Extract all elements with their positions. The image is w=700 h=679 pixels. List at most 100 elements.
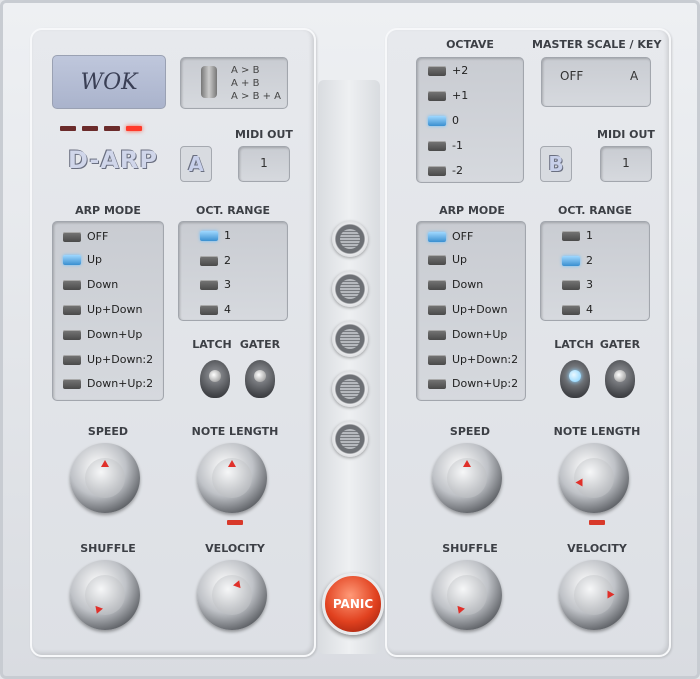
oct-range-option[interactable]: 1	[562, 229, 593, 242]
arp-mode-option[interactable]: Down+Up	[63, 328, 142, 341]
speed-a-knob[interactable]	[70, 443, 140, 513]
velocity-label: VELOCITY	[567, 542, 627, 555]
speed-b-knob[interactable]	[432, 443, 502, 513]
option-button-icon	[428, 354, 446, 365]
oct-range-option[interactable]: 3	[200, 278, 231, 291]
oct-range-label: OCT. RANGE	[196, 204, 270, 217]
arp-mode-option[interactable]: Up	[63, 253, 102, 266]
midi-out-a-field[interactable]: 1	[238, 146, 290, 182]
master-scale-key-field[interactable]: OFF A	[541, 57, 651, 107]
option-button-icon	[63, 378, 81, 389]
shuffle-label: SHUFFLE	[80, 542, 136, 555]
master-scale-key-label: MASTER SCALE / KEY	[532, 38, 662, 51]
speaker-grille-icon	[332, 371, 368, 407]
option-button-icon	[63, 329, 81, 340]
arp-mode-option[interactable]: Up	[428, 253, 467, 266]
velocity-b-knob[interactable]	[559, 560, 629, 630]
velocity-label: VELOCITY	[205, 542, 265, 555]
option-button-icon	[428, 254, 446, 265]
oct-range-option[interactable]: 2	[200, 254, 231, 267]
speed-label: SPEED	[87, 425, 129, 438]
arp-mode-option[interactable]: Up+Down:2	[428, 353, 518, 366]
gater-label: GATER	[599, 338, 641, 351]
option-button-icon	[200, 279, 218, 290]
note-length-led	[227, 520, 243, 525]
gater-b-toggle[interactable]	[605, 360, 635, 398]
speaker-grille-icon	[332, 221, 368, 257]
gater-label: GATER	[239, 338, 281, 351]
led-active	[126, 126, 142, 131]
note-length-label: NOTE LENGTH	[553, 425, 641, 438]
oct-range-a-list	[178, 221, 288, 321]
routing-switch[interactable]: A > B A + B A > B + A	[180, 57, 288, 109]
latch-label: LATCH	[554, 338, 594, 351]
led	[104, 126, 120, 131]
option-button-icon	[428, 90, 446, 101]
routing-toggle-icon	[201, 66, 217, 98]
option-button-icon	[63, 231, 81, 242]
led	[82, 126, 98, 131]
option-button-icon	[562, 279, 580, 290]
arp-mode-option[interactable]: Down	[63, 278, 118, 291]
octave-label: OCTAVE	[446, 38, 494, 51]
arp-mode-option[interactable]: Up+Down	[63, 303, 142, 316]
arp-mode-option[interactable]: Down	[428, 278, 483, 291]
octave-option[interactable]: +1	[428, 89, 468, 102]
arp-mode-option[interactable]: OFF	[428, 230, 473, 243]
arp-mode-label: ARP MODE	[75, 204, 141, 217]
option-button-icon	[63, 279, 81, 290]
knob-pointer-icon	[455, 605, 465, 616]
option-button-icon	[63, 354, 81, 365]
octave-option[interactable]: -1	[428, 139, 463, 152]
note-length-a-knob[interactable]	[197, 443, 267, 513]
option-button-icon	[428, 378, 446, 389]
speaker-grille-icon	[332, 271, 368, 307]
option-button-icon	[63, 254, 81, 265]
knob-pointer-icon	[463, 460, 471, 467]
arp-mode-label: ARP MODE	[439, 204, 505, 217]
arp-mode-option[interactable]: Up+Down	[428, 303, 507, 316]
routing-option: A > B + A	[231, 91, 282, 102]
midi-out-value: 1	[622, 156, 630, 170]
note-length-b-knob[interactable]	[559, 443, 629, 513]
oct-range-option[interactable]: 3	[562, 278, 593, 291]
knob-pointer-icon	[575, 478, 583, 487]
latch-a-toggle[interactable]	[200, 360, 230, 398]
shuffle-a-knob[interactable]	[70, 560, 140, 630]
oct-range-option[interactable]: 1	[200, 229, 231, 242]
arp-mode-option[interactable]: Down+Up	[428, 328, 507, 341]
oct-range-b-list	[540, 221, 650, 321]
arp-mode-option[interactable]: OFF	[63, 230, 108, 243]
velocity-a-knob[interactable]	[197, 560, 267, 630]
option-button-icon	[428, 65, 446, 76]
latch-b-toggle[interactable]	[560, 360, 590, 398]
arp-mode-option[interactable]: Down+Up:2	[428, 377, 518, 390]
routing-option: A > B	[231, 65, 260, 76]
led	[60, 126, 76, 131]
activity-leds	[60, 126, 142, 131]
option-button-icon	[428, 165, 446, 176]
midi-out-b-field[interactable]: 1	[600, 146, 652, 182]
oct-range-option[interactable]: 2	[562, 254, 593, 267]
arp-mode-option[interactable]: Up+Down:2	[63, 353, 153, 366]
oct-range-option[interactable]: 4	[562, 303, 593, 316]
speed-label: SPEED	[449, 425, 491, 438]
arp-mode-option[interactable]: Down+Up:2	[63, 377, 153, 390]
channel-b-badge: B	[540, 146, 572, 182]
panic-label: PANIC	[332, 597, 374, 611]
wok-logo: WOK	[52, 55, 166, 109]
option-button-icon	[200, 255, 218, 266]
routing-options: A > B A + B A > B + A	[231, 64, 281, 103]
option-button-icon	[200, 230, 218, 241]
option-button-icon	[428, 115, 446, 126]
note-length-label: NOTE LENGTH	[191, 425, 279, 438]
knob-pointer-icon	[228, 460, 236, 467]
octave-option[interactable]: +2	[428, 64, 468, 77]
octave-option[interactable]: -2	[428, 164, 463, 177]
gater-a-toggle[interactable]	[245, 360, 275, 398]
option-button-icon	[428, 304, 446, 315]
oct-range-option[interactable]: 4	[200, 303, 231, 316]
octave-option[interactable]: 0	[428, 114, 459, 127]
shuffle-b-knob[interactable]	[432, 560, 502, 630]
panic-button[interactable]: PANIC	[322, 573, 384, 635]
